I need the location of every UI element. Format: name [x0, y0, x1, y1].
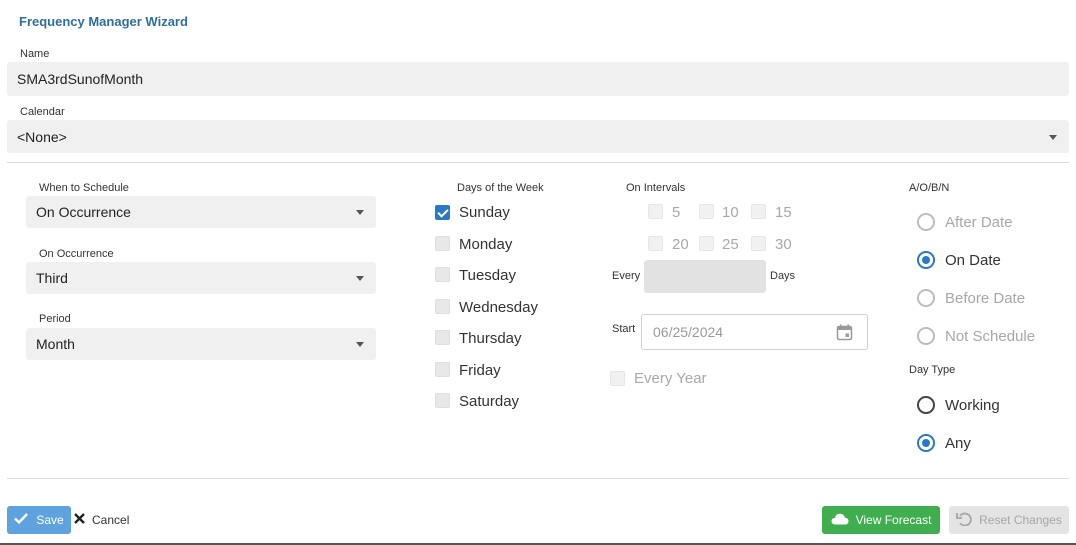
undo-icon [956, 512, 972, 529]
chevron-down-icon [356, 342, 364, 347]
after-date-label: After Date [945, 214, 1013, 231]
on-occurrence-select[interactable]: Third [26, 262, 376, 294]
checkbox-wednesday[interactable] [435, 299, 450, 314]
name-input[interactable]: SMA3rdSunofMonth [7, 62, 1069, 96]
period-value: Month [36, 336, 75, 352]
period-select[interactable]: Month [26, 328, 376, 360]
close-icon [74, 513, 85, 527]
check-icon [14, 513, 29, 527]
radio-after-date[interactable] [917, 213, 935, 231]
cloud-icon [831, 513, 849, 528]
every-year-checkbox[interactable] [610, 371, 625, 386]
aobn-label: A/O/B/N [909, 182, 950, 194]
divider-bottom [7, 478, 1069, 479]
checkbox-tuesday[interactable] [435, 267, 450, 282]
interval-checkbox-15[interactable] [751, 204, 766, 219]
interval-label-20: 20 [672, 236, 689, 253]
before-date-label: Before Date [945, 290, 1026, 307]
checkbox-friday[interactable] [435, 362, 450, 377]
day-label-sunday: Sunday [459, 204, 510, 221]
calendar-icon[interactable] [836, 324, 853, 344]
save-button[interactable]: Save [7, 506, 71, 534]
when-to-schedule-value: On Occurrence [36, 204, 131, 220]
on-intervals-label: On Intervals [626, 182, 686, 194]
every-days-input[interactable] [644, 260, 766, 293]
cancel-button[interactable]: Cancel [74, 506, 129, 534]
when-to-schedule-label: When to Schedule [39, 182, 129, 194]
every-label: Every [612, 270, 641, 282]
radio-working[interactable] [917, 396, 935, 414]
start-date-input[interactable]: 06/25/2024 [641, 314, 868, 350]
reset-changes-label: Reset Changes [979, 513, 1062, 527]
chevron-down-icon [356, 210, 364, 215]
any-label: Any [945, 435, 971, 452]
day-label-wednesday: Wednesday [459, 299, 538, 316]
interval-label-25: 25 [722, 236, 739, 253]
wizard-title: Frequency Manager Wizard [19, 14, 188, 29]
chevron-down-icon [356, 276, 364, 281]
interval-label-15: 15 [775, 204, 792, 221]
interval-label-5: 5 [672, 204, 681, 221]
not-schedule-label: Not Schedule [945, 328, 1036, 345]
chevron-down-icon [1049, 134, 1057, 140]
cancel-label: Cancel [92, 513, 130, 527]
on-date-label: On Date [945, 252, 1001, 269]
day-label-saturday: Saturday [459, 393, 520, 410]
radio-on-date[interactable] [917, 251, 935, 269]
interval-checkbox-30[interactable] [751, 236, 766, 251]
day-type-label: Day Type [909, 364, 956, 376]
calendar-label: Calendar [20, 106, 65, 118]
name-value: SMA3rdSunofMonth [17, 71, 144, 87]
day-label-thursday: Thursday [459, 330, 522, 347]
reset-changes-button[interactable]: Reset Changes [949, 506, 1069, 534]
day-label-tuesday: Tuesday [459, 267, 516, 284]
calendar-select[interactable]: <None> [7, 120, 1069, 153]
on-occurrence-label: On Occurrence [39, 248, 114, 260]
day-label-monday: Monday [459, 236, 513, 253]
checkbox-monday[interactable] [435, 236, 450, 251]
on-occurrence-value: Third [36, 270, 68, 286]
checkbox-sunday[interactable] [435, 205, 450, 220]
interval-checkbox-10[interactable] [699, 204, 714, 219]
days-label: Days [770, 270, 796, 282]
interval-label-10: 10 [722, 204, 739, 221]
divider-top [7, 162, 1069, 163]
radio-any[interactable] [917, 434, 935, 452]
interval-label-30: 30 [775, 236, 792, 253]
interval-checkbox-20[interactable] [648, 236, 663, 251]
interval-checkbox-5[interactable] [648, 204, 663, 219]
days-of-week-label: Days of the Week [457, 182, 544, 194]
calendar-value: <None> [17, 128, 67, 145]
every-year-label: Every Year [634, 370, 707, 387]
save-label: Save [36, 513, 64, 527]
start-date-value: 06/25/2024 [653, 324, 724, 340]
day-label-friday: Friday [459, 362, 501, 379]
when-to-schedule-select[interactable]: On Occurrence [26, 196, 376, 228]
interval-checkbox-25[interactable] [699, 236, 714, 251]
view-forecast-button[interactable]: View Forecast [822, 506, 940, 534]
start-label: Start [612, 323, 636, 335]
working-label: Working [945, 397, 1000, 414]
name-label: Name [20, 48, 50, 60]
checkbox-thursday[interactable] [435, 330, 450, 345]
view-forecast-label: View Forecast [855, 513, 932, 527]
checkbox-saturday[interactable] [435, 393, 450, 408]
period-label: Period [39, 313, 71, 325]
radio-not-schedule[interactable] [917, 327, 935, 345]
radio-before-date[interactable] [917, 289, 935, 307]
